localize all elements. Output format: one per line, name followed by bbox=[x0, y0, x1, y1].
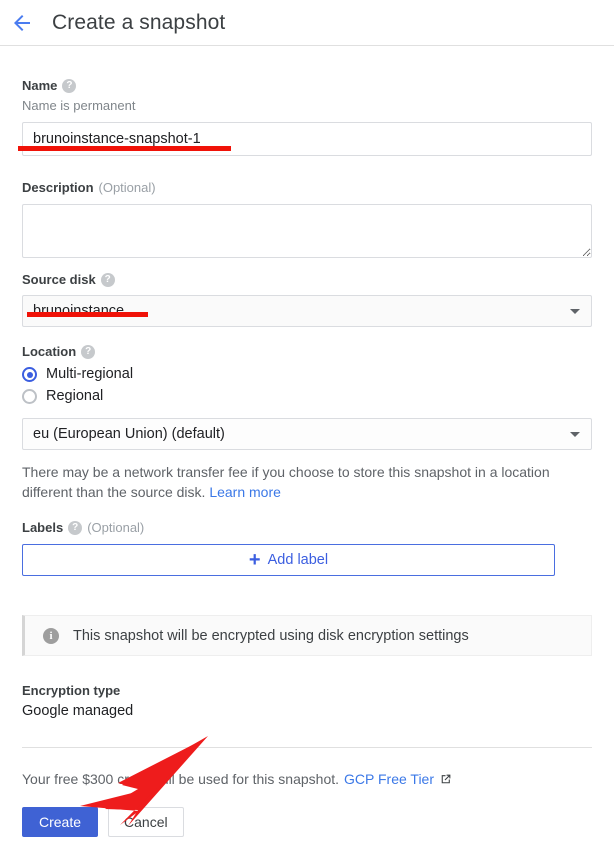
create-button[interactable]: Create bbox=[22, 807, 98, 837]
learn-more-link[interactable]: Learn more bbox=[209, 484, 281, 500]
footer-divider bbox=[22, 747, 592, 748]
location-label-row: Location ? bbox=[22, 344, 592, 360]
info-icon: i bbox=[43, 628, 59, 644]
location-note: There may be a network transfer fee if y… bbox=[22, 462, 592, 502]
cancel-button[interactable]: Cancel bbox=[108, 807, 184, 837]
description-optional-tag: (Optional) bbox=[99, 180, 156, 196]
radio-regional-indicator bbox=[22, 389, 37, 404]
help-icon[interactable]: ? bbox=[68, 521, 82, 535]
help-icon[interactable]: ? bbox=[81, 345, 95, 359]
gcp-free-tier-link[interactable]: GCP Free Tier bbox=[344, 769, 434, 789]
name-label: Name bbox=[22, 78, 57, 94]
page-header: Create a snapshot bbox=[0, 0, 614, 46]
region-select[interactable]: eu (European Union) (default) bbox=[22, 418, 592, 450]
labels-field-group: Labels ? (Optional) + Add label bbox=[22, 520, 592, 576]
radio-regional-label: Regional bbox=[46, 388, 103, 405]
page-title: Create a snapshot bbox=[52, 11, 225, 35]
free-tier-note: Your free $300 credit will be used for t… bbox=[22, 769, 592, 789]
action-button-row: Create Cancel bbox=[22, 807, 592, 837]
chevron-down-icon bbox=[570, 309, 580, 314]
source-disk-label: Source disk bbox=[22, 272, 96, 288]
name-input[interactable] bbox=[22, 122, 592, 156]
help-icon[interactable]: ? bbox=[101, 273, 115, 287]
create-snapshot-page: Create a snapshot Name ? Name is permane… bbox=[0, 0, 614, 845]
encryption-type-group: Encryption type Google managed bbox=[22, 683, 592, 719]
source-disk-label-row: Source disk ? bbox=[22, 272, 592, 288]
add-label-button[interactable]: + Add label bbox=[22, 544, 555, 576]
labels-label-row: Labels ? (Optional) bbox=[22, 520, 592, 536]
free-tier-text: Your free $300 credit will be used for t… bbox=[22, 769, 339, 789]
back-button[interactable] bbox=[0, 1, 44, 45]
radio-multi-regional-indicator bbox=[22, 367, 37, 382]
region-value: eu (European Union) (default) bbox=[33, 426, 225, 442]
plus-icon: + bbox=[249, 552, 261, 568]
form-body: Name ? Name is permanent Description (Op… bbox=[0, 46, 614, 837]
description-label: Description bbox=[22, 180, 94, 196]
add-label-button-text: Add label bbox=[268, 552, 328, 568]
encryption-type-value: Google managed bbox=[22, 703, 592, 719]
name-field-group: Name ? Name is permanent bbox=[22, 78, 592, 156]
source-disk-select[interactable]: brunoinstance bbox=[22, 295, 592, 327]
description-field-group: Description (Optional) bbox=[22, 180, 592, 258]
description-label-row: Description (Optional) bbox=[22, 180, 592, 196]
location-note-text: There may be a network transfer fee if y… bbox=[22, 464, 550, 500]
location-label: Location bbox=[22, 344, 76, 360]
help-icon[interactable]: ? bbox=[62, 79, 76, 93]
location-field-group: Location ? Multi-regional Regional eu (E… bbox=[22, 344, 592, 502]
arrow-left-icon bbox=[10, 11, 34, 35]
name-label-row: Name ? bbox=[22, 78, 592, 94]
encryption-type-label: Encryption type bbox=[22, 683, 592, 698]
source-disk-field-group: Source disk ? brunoinstance bbox=[22, 272, 592, 327]
radio-multi-regional-label: Multi-regional bbox=[46, 366, 133, 383]
name-subtext: Name is permanent bbox=[22, 98, 592, 114]
description-input[interactable] bbox=[22, 204, 592, 258]
source-disk-value: brunoinstance bbox=[33, 303, 124, 319]
radio-regional[interactable]: Regional bbox=[22, 387, 592, 406]
radio-multi-regional[interactable]: Multi-regional bbox=[22, 365, 592, 384]
external-link-icon bbox=[439, 773, 452, 786]
labels-label: Labels bbox=[22, 520, 63, 536]
encryption-info-box: i This snapshot will be encrypted using … bbox=[22, 615, 592, 656]
labels-optional-tag: (Optional) bbox=[87, 520, 144, 536]
encryption-info-text: This snapshot will be encrypted using di… bbox=[73, 628, 469, 644]
chevron-down-icon bbox=[570, 432, 580, 437]
